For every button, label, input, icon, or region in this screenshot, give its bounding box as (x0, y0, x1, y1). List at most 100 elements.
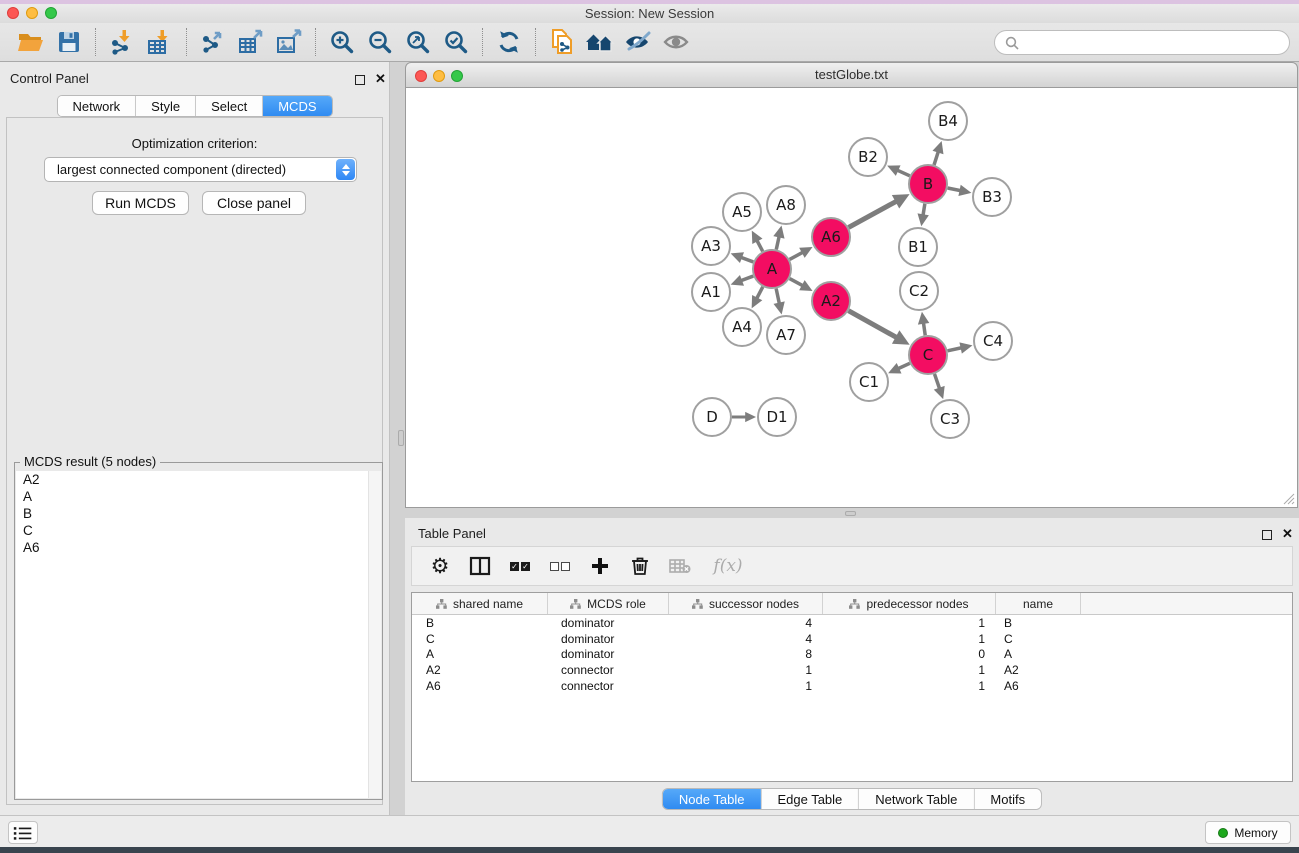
deselect-all-icon[interactable] (548, 553, 572, 579)
import-network-icon[interactable] (103, 26, 141, 58)
tab-node-table[interactable]: Node Table (663, 789, 762, 809)
show-columns-icon[interactable] (468, 553, 492, 579)
table-cell[interactable]: dominator (548, 647, 669, 661)
graph-edge[interactable] (948, 348, 962, 351)
graph-edge[interactable] (923, 323, 925, 335)
table-cell[interactable]: A2 (412, 663, 548, 677)
table-row[interactable]: A2connector11A2 (412, 662, 1292, 678)
graph-edge[interactable] (897, 170, 909, 176)
show-all-icon[interactable] (657, 26, 695, 58)
export-network-icon[interactable] (194, 26, 232, 58)
table-cell[interactable]: dominator (548, 616, 669, 630)
memory-button[interactable]: Memory (1205, 821, 1291, 844)
minimize-network-window-icon[interactable] (433, 70, 445, 82)
mcds-result-item[interactable]: A2 (16, 471, 381, 488)
close-panel-icon[interactable]: ✕ (375, 71, 386, 87)
mcds-result-item[interactable]: C (16, 522, 381, 539)
network-graph[interactable]: AA1A2A3A4A5A6A7A8BB1B2B3B4CC1C2C3C4DD1 (406, 88, 1297, 506)
mcds-result-item[interactable]: A6 (16, 539, 381, 556)
search-input[interactable] (1025, 35, 1279, 50)
export-table-icon[interactable] (232, 26, 270, 58)
tab-edge-table[interactable]: Edge Table (761, 789, 859, 809)
tab-network-table[interactable]: Network Table (859, 789, 974, 809)
column-header-successor-nodes[interactable]: successor nodes (669, 593, 823, 614)
mcds-result-item[interactable]: B (16, 505, 381, 522)
run-mcds-button[interactable]: Run MCDS (92, 191, 189, 215)
table-cell[interactable]: 1 (823, 679, 996, 693)
first-neighbors-icon[interactable] (581, 26, 619, 58)
zoom-selected-icon[interactable] (437, 26, 475, 58)
graph-edge[interactable] (935, 374, 940, 389)
tab-select[interactable]: Select (196, 96, 263, 116)
graph-edge[interactable] (923, 204, 925, 216)
tab-motifs[interactable]: Motifs (974, 789, 1041, 809)
maximize-network-window-icon[interactable] (451, 70, 463, 82)
close-table-panel-icon[interactable]: ✕ (1282, 526, 1293, 542)
tab-mcds[interactable]: MCDS (263, 96, 331, 116)
table-row[interactable]: Cdominator41C (412, 631, 1292, 647)
select-all-icon[interactable]: ✓✓ (508, 553, 532, 579)
column-header-mcds-role[interactable]: MCDS role (548, 593, 669, 614)
vertical-divider-handle[interactable] (398, 430, 404, 446)
graph-edge[interactable] (898, 363, 910, 368)
open-session-icon[interactable] (12, 26, 50, 58)
import-table-icon[interactable] (141, 26, 179, 58)
table-cell[interactable]: B (996, 616, 1081, 630)
hide-selected-icon[interactable] (619, 26, 657, 58)
delete-row-icon[interactable] (628, 553, 652, 579)
task-history-button[interactable] (8, 821, 38, 844)
table-cell[interactable]: connector (548, 679, 669, 693)
network-window-titlebar[interactable]: testGlobe.txt (405, 62, 1298, 88)
table-cell[interactable]: A2 (996, 663, 1081, 677)
table-cell[interactable]: 1 (823, 663, 996, 677)
table-cell[interactable]: C (996, 632, 1081, 646)
apply-function-icon[interactable]: f(x) (708, 553, 748, 579)
resize-grip-icon[interactable] (1281, 491, 1295, 505)
column-header-name[interactable]: name (996, 593, 1081, 614)
scrollbar-track[interactable] (368, 471, 381, 798)
graph-edge[interactable] (790, 252, 803, 259)
float-panel-icon[interactable] (355, 75, 365, 85)
graph-edge[interactable] (790, 279, 803, 286)
close-network-window-icon[interactable] (415, 70, 427, 82)
optimization-dropdown[interactable]: largest connected component (directed) (44, 157, 357, 182)
minimize-window-icon[interactable] (26, 7, 38, 19)
table-cell[interactable]: connector (548, 663, 669, 677)
maximize-window-icon[interactable] (45, 7, 57, 19)
mcds-result-list[interactable]: A2ABCA6 (16, 471, 381, 798)
new-network-from-selection-icon[interactable] (543, 26, 581, 58)
table-row[interactable]: Adominator80A (412, 647, 1292, 663)
table-cell[interactable]: 1 (823, 632, 996, 646)
float-table-panel-icon[interactable] (1262, 530, 1272, 540)
table-cell[interactable]: A (412, 647, 548, 661)
table-cell[interactable]: 8 (669, 647, 823, 661)
table-cell[interactable]: 4 (669, 632, 823, 646)
table-cell[interactable]: A6 (996, 679, 1081, 693)
graph-edge[interactable] (776, 289, 779, 304)
graph-edge[interactable] (934, 152, 938, 165)
delete-column-icon[interactable] (668, 553, 692, 579)
table-row[interactable]: A6connector11A6 (412, 678, 1292, 694)
mcds-result-item[interactable]: A (16, 488, 381, 505)
table-cell[interactable]: A (996, 647, 1081, 661)
graph-edge[interactable] (757, 287, 763, 299)
table-cell[interactable]: 1 (669, 663, 823, 677)
graph-edge[interactable] (741, 257, 753, 262)
table-cell[interactable]: B (412, 616, 548, 630)
table-row[interactable]: Bdominator41B (412, 615, 1292, 631)
tab-network[interactable]: Network (57, 96, 136, 116)
close-window-icon[interactable] (7, 7, 19, 19)
graph-edge[interactable] (948, 188, 961, 191)
network-canvas[interactable]: AA1A2A3A4A5A6A7A8BB1B2B3B4CC1C2C3C4DD1 (405, 88, 1298, 508)
table-cell[interactable]: C (412, 632, 548, 646)
save-session-icon[interactable] (50, 26, 88, 58)
tab-style[interactable]: Style (136, 96, 196, 116)
table-cell[interactable]: 0 (823, 647, 996, 661)
graph-edge[interactable] (848, 311, 896, 338)
add-row-icon[interactable] (588, 553, 612, 579)
search-field[interactable] (994, 30, 1290, 55)
export-image-icon[interactable] (270, 26, 308, 58)
table-cell[interactable]: 4 (669, 616, 823, 630)
graph-edge[interactable] (741, 276, 753, 281)
column-header-shared-name[interactable]: shared name (412, 593, 548, 614)
